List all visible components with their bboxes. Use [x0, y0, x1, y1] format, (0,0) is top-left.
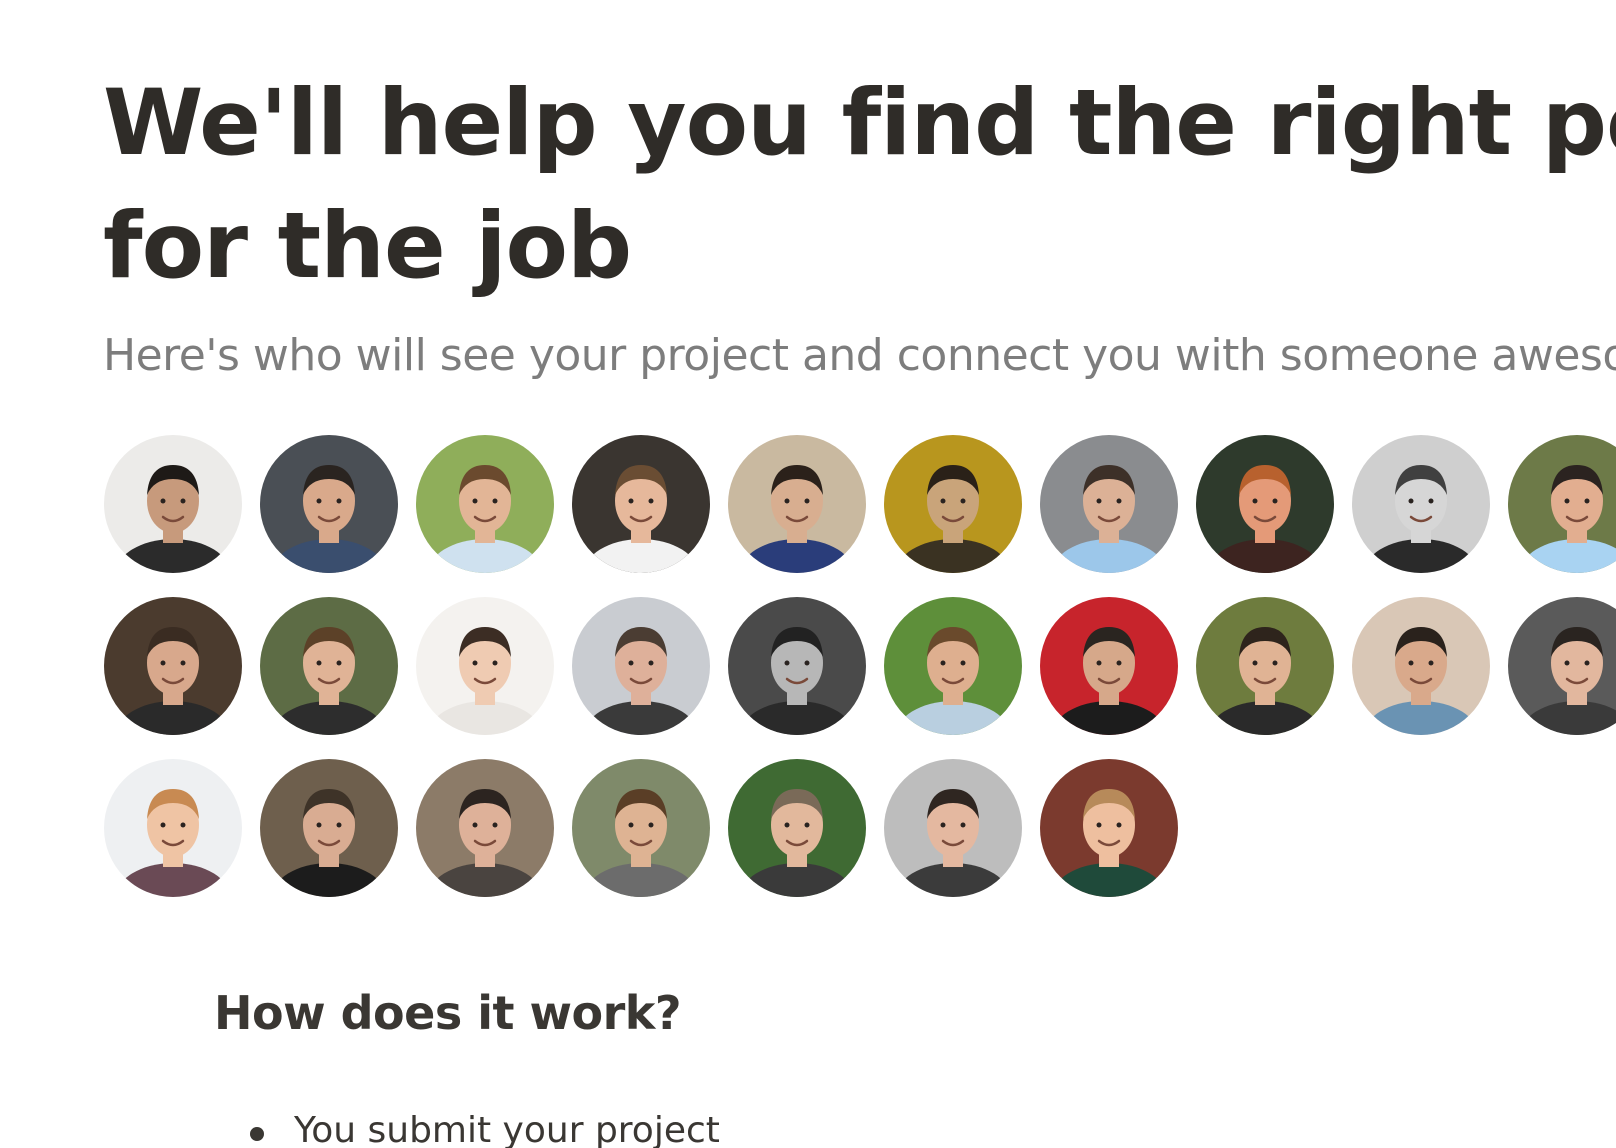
reviewer-photo: [1352, 435, 1490, 573]
reviewer-avatar: [1352, 597, 1490, 735]
reviewer-avatar: [1508, 597, 1616, 735]
reviewer-avatar: [416, 759, 554, 897]
reviewer-photo: [884, 597, 1022, 735]
reviewer-photo: [572, 435, 710, 573]
reviewer-avatar: [572, 759, 710, 897]
reviewer-avatar: [728, 597, 866, 735]
reviewer-avatar: [1196, 597, 1334, 735]
reviewer-avatar: [884, 759, 1022, 897]
reviewer-avatar: [416, 435, 554, 573]
reviewer-photo: [1040, 435, 1178, 573]
reviewer-avatar: [260, 759, 398, 897]
how-it-works-step: You submit your project: [246, 1108, 720, 1148]
reviewer-photo: [104, 759, 242, 897]
headline-line-1: We'll help you find the right person: [103, 71, 1616, 176]
reviewer-avatar: [260, 597, 398, 735]
bullet-icon: [250, 1127, 264, 1141]
reviewer-photo: [260, 759, 398, 897]
reviewer-avatar: [104, 435, 242, 573]
reviewer-avatar: [416, 597, 554, 735]
reviewer-avatar: [260, 435, 398, 573]
reviewer-avatar: [1040, 597, 1178, 735]
reviewer-avatar: [572, 435, 710, 573]
reviewer-photo: [572, 759, 710, 897]
reviewer-avatar: [1040, 435, 1178, 573]
reviewer-photo: [1352, 597, 1490, 735]
reviewer-photo: [884, 435, 1022, 573]
reviewer-photo: [1040, 597, 1178, 735]
reviewer-photo: [416, 435, 554, 573]
page: We'll help you find the right person for…: [0, 0, 1616, 1148]
reviewer-photo: [1040, 759, 1178, 897]
reviewer-photo: [416, 597, 554, 735]
reviewer-photo: [260, 435, 398, 573]
reviewer-avatar: [1196, 435, 1334, 573]
how-it-works-steps: You submit your project: [246, 1108, 720, 1148]
reviewer-avatar: [884, 597, 1022, 735]
reviewer-avatar: [728, 759, 866, 897]
reviewer-avatar: [104, 759, 242, 897]
reviewer-avatar: [884, 435, 1022, 573]
reviewer-photo: [1508, 435, 1616, 573]
reviewer-photo: [104, 597, 242, 735]
reviewer-photo: [416, 759, 554, 897]
reviewer-photo: [104, 435, 242, 573]
how-it-works-title: How does it work?: [214, 986, 682, 1040]
reviewer-avatar: [1352, 435, 1490, 573]
reviewer-photo: [1508, 597, 1616, 735]
reviewer-photo: [884, 759, 1022, 897]
reviewer-photo: [1196, 597, 1334, 735]
headline-line-2: for the job: [103, 194, 632, 299]
reviewer-avatar: [104, 597, 242, 735]
reviewer-photo: [1196, 435, 1334, 573]
reviewer-avatar: [1508, 435, 1616, 573]
reviewer-photo: [728, 435, 866, 573]
reviewer-avatar: [1040, 759, 1178, 897]
page-subheadline: Here's who will see your project and con…: [103, 330, 1616, 381]
reviewer-photo: [260, 597, 398, 735]
reviewer-avatar: [728, 435, 866, 573]
step-text: You submit your project: [294, 1110, 720, 1148]
reviewer-photo: [728, 597, 866, 735]
reviewer-photo: [572, 597, 710, 735]
reviewer-avatar: [572, 597, 710, 735]
page-headline: We'll help you find the right person for…: [103, 62, 1616, 308]
reviewer-photo: [728, 759, 866, 897]
